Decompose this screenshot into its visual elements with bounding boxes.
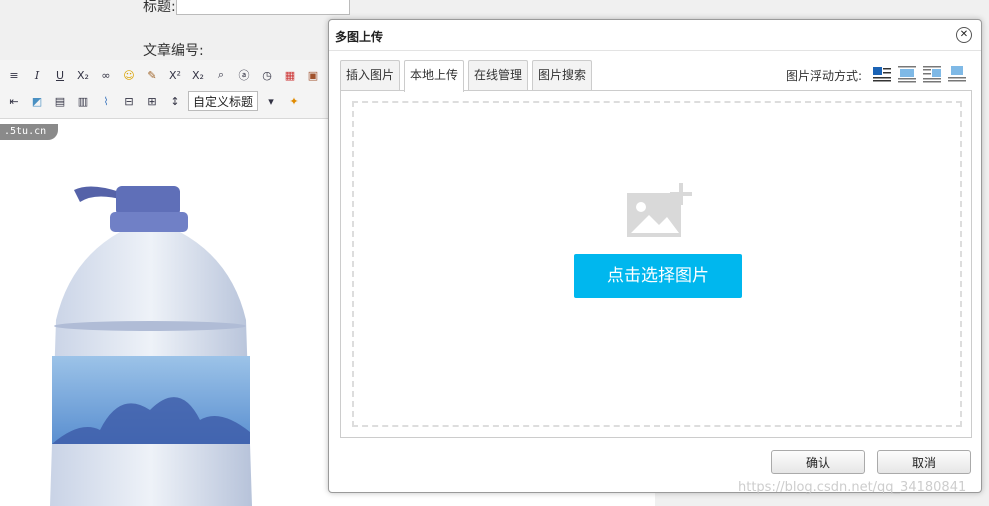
align-icon[interactable]: ≡: [4, 65, 24, 85]
link-icon[interactable]: ∞: [96, 65, 116, 85]
chevron-down-icon[interactable]: ▾: [261, 91, 281, 111]
subscript2-icon[interactable]: X₂: [188, 65, 208, 85]
dialog-title: 多图上传: [335, 30, 384, 44]
superscript-icon[interactable]: X²: [165, 65, 185, 85]
image-icon[interactable]: ▣: [303, 65, 323, 85]
title-input[interactable]: [176, 0, 350, 15]
water-bottle-image: [50, 186, 252, 506]
tab-local-upload[interactable]: 本地上传: [404, 60, 465, 92]
underline-icon[interactable]: U: [50, 65, 70, 85]
magic-wand-icon[interactable]: ✦: [284, 91, 304, 111]
brush-icon[interactable]: ✎: [142, 65, 162, 85]
float-mode-options: [872, 65, 967, 83]
tab-image-search[interactable]: 图片搜索: [532, 60, 593, 90]
drop-zone[interactable]: 点击选择图片: [352, 101, 962, 427]
italic-icon[interactable]: I: [27, 65, 47, 85]
choose-image-button[interactable]: 点击选择图片: [574, 254, 742, 298]
title-label: 标题:: [143, 0, 176, 15]
clock-icon[interactable]: ◷: [257, 65, 277, 85]
editor-toolbar: ≡ I U X₂ ∞ ☺ ✎ X² X₂ ⌕ ⓐ ◷ ▦ ▣ ⇤ ◩ ▤ ▥ ⌇…: [0, 60, 330, 119]
float-right-icon[interactable]: [922, 65, 942, 83]
float-mode-label: 图片浮动方式:: [786, 69, 863, 83]
grid-icon[interactable]: ▤: [50, 91, 70, 111]
cancel-button[interactable]: 取消: [877, 450, 971, 474]
float-center-icon[interactable]: [947, 65, 967, 83]
close-icon[interactable]: ✕: [956, 27, 972, 43]
attachment-icon[interactable]: ⌇: [96, 91, 116, 111]
custom-heading-select[interactable]: 自定义标题: [188, 91, 259, 111]
indent-icon[interactable]: ⇤: [4, 91, 24, 111]
table-icon[interactable]: ▥: [73, 91, 93, 111]
anchor-icon[interactable]: ⓐ: [234, 65, 254, 85]
float-none-icon[interactable]: [872, 65, 892, 83]
calendar-icon[interactable]: ▦: [280, 65, 300, 85]
template-icon[interactable]: ⊞: [142, 91, 162, 111]
multi-image-upload-dialog: 多图上传 ✕ 插入图片 本地上传 在线管理 图片搜索 图片浮动方式: 点击选择图…: [328, 19, 982, 493]
article-no-label: 文章编号:: [143, 43, 204, 59]
emoticon-icon[interactable]: ☺: [119, 65, 139, 85]
dialog-header: 多图上传 ✕: [329, 20, 981, 51]
search-icon[interactable]: ⌕: [211, 65, 231, 85]
add-image-icon: [627, 183, 692, 237]
insert-image-icon[interactable]: ◩: [27, 91, 47, 111]
upload-panel: 点击选择图片: [340, 90, 972, 438]
tab-insert-image[interactable]: 插入图片: [340, 60, 401, 90]
url-tag: .5tu.cn: [0, 124, 58, 140]
confirm-button[interactable]: 确认: [771, 450, 865, 474]
float-left-icon[interactable]: [897, 65, 917, 83]
line-height-icon[interactable]: ↕: [165, 91, 185, 111]
pagebreak-icon[interactable]: ⊟: [119, 91, 139, 111]
watermark: https://blog.csdn.net/qq_34180841: [738, 480, 967, 495]
custom-heading-label: 自定义标题: [193, 94, 254, 109]
subscript-icon[interactable]: X₂: [73, 65, 93, 85]
dialog-tabs: 插入图片 本地上传 在线管理 图片搜索: [340, 60, 593, 92]
tab-online-manage[interactable]: 在线管理: [468, 60, 529, 90]
